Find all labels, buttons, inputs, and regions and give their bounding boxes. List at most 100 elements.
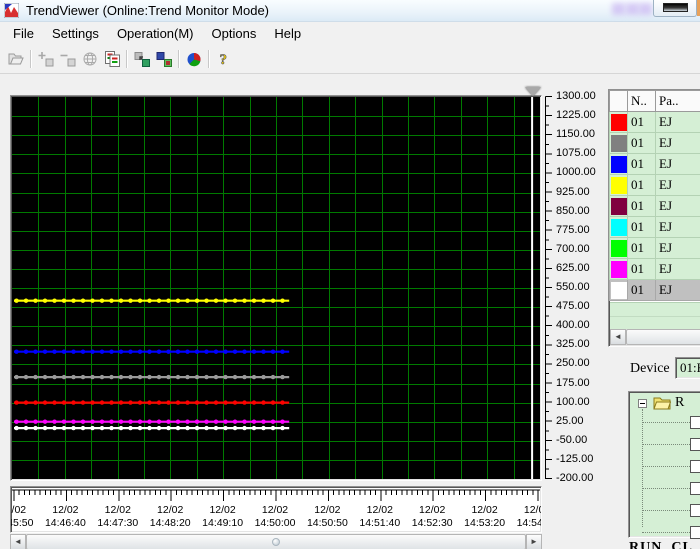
pie-chart-button[interactable] — [183, 49, 205, 70]
table-row[interactable]: 01 EJ — [609, 237, 700, 259]
menu-item-help[interactable]: Help — [265, 22, 310, 45]
trendviewer-window: TrendViewer (Online:Trend Monitor Mode) … — [0, 0, 700, 549]
y-axis-label: 175.00 — [556, 376, 590, 389]
y-axis-label: 1075.00 — [556, 147, 596, 160]
param-number-cell: 01 — [627, 195, 656, 217]
param-color-swatch — [611, 239, 627, 257]
x-axis-label: 12/02 14:49:10 — [195, 504, 251, 530]
tree-checkbox[interactable] — [690, 482, 700, 495]
x-axis-date: 12/02 — [314, 504, 341, 516]
trend-plot[interactable] — [12, 97, 540, 479]
x-axis-date: 12/02 — [104, 504, 131, 516]
param-number-cell: 01 — [627, 111, 656, 133]
table-row[interactable]: 01 EJ — [609, 258, 700, 280]
table-row[interactable]: 01 EJ — [609, 279, 700, 301]
remove-trend-button — [57, 49, 79, 70]
param-color-cell — [609, 153, 628, 175]
table-h-scrollbar[interactable]: ◄ — [610, 329, 700, 345]
param-name-cell: EJ — [655, 111, 700, 133]
trend-chart-panel — [10, 95, 542, 481]
y-axis-label: 550.00 — [556, 281, 590, 293]
tree-checkbox[interactable] — [690, 416, 700, 429]
tree-checkbox[interactable] — [690, 504, 700, 517]
help-button[interactable]: ? — [213, 49, 235, 70]
param-number-cell: 01 — [627, 258, 656, 280]
param-number-cell: 01 — [627, 279, 656, 301]
time-scrollbar[interactable]: ◄ ► — [10, 534, 542, 549]
time-cursor-handle[interactable] — [525, 87, 541, 96]
x-axis-label: 12/02 14:52:30 — [404, 504, 460, 530]
data-download-button[interactable] — [153, 49, 175, 70]
scrollbar-grip-icon — [272, 538, 280, 546]
time-axis-panel: 12/0214:45:5012/0214:46:4012/0214:47:301… — [10, 486, 542, 533]
table-header-cell: N.. — [627, 90, 656, 112]
table-scrollbar-thumb[interactable] — [626, 329, 700, 345]
table-row[interactable]: 01 EJ — [609, 174, 700, 196]
scroll-left-arrow-icon[interactable]: ◄ — [610, 329, 626, 345]
toolbar-separator — [178, 50, 180, 68]
param-color-cell — [609, 111, 628, 133]
param-number-cell: 01 — [627, 153, 656, 175]
scroll-right-arrow-icon[interactable]: ► — [526, 534, 542, 549]
x-axis-time: 14:47:30 — [97, 517, 139, 529]
x-axis-time: 14:49:10 — [202, 517, 244, 529]
status-partial-text: RUN CL — [629, 540, 693, 549]
param-number-cell: 01 — [627, 237, 656, 259]
tree-checkbox[interactable] — [690, 460, 700, 473]
y-axis-label: 1150.00 — [556, 128, 595, 141]
param-name-cell: EJ — [655, 132, 700, 154]
x-axis-date: 12/02 — [471, 504, 498, 516]
x-axis-label: 12/02 14:50:50 — [299, 504, 355, 530]
menu-item-file[interactable]: File — [4, 22, 43, 45]
y-axis-label: 1225.00 — [556, 109, 596, 122]
table-row[interactable]: 01 EJ — [609, 132, 700, 154]
y-axis-ticks — [545, 96, 552, 479]
x-axis-date: 12/02 — [419, 504, 446, 516]
y-axis-label: 25.00 — [556, 414, 584, 427]
table-empty-rows — [610, 302, 700, 330]
table-row[interactable]: 01 EJ — [609, 216, 700, 238]
tree-checkbox[interactable] — [690, 526, 700, 539]
param-number-cell: 01 — [627, 216, 656, 238]
maximize-button[interactable] — [653, 0, 697, 17]
scroll-left-arrow-icon[interactable]: ◄ — [10, 534, 26, 549]
param-color-swatch — [611, 176, 627, 194]
copy-settings-button[interactable] — [101, 49, 123, 70]
menu-item-operation-m[interactable]: Operation(M) — [108, 22, 203, 45]
param-color-cell — [609, 258, 628, 280]
pie-chart-icon — [186, 51, 202, 67]
param-name-cell: EJ — [655, 216, 700, 238]
param-color-swatch — [611, 260, 627, 278]
y-axis-label: -125.00 — [556, 452, 594, 465]
open-file-icon — [8, 51, 24, 67]
data-upload-button[interactable] — [131, 49, 153, 70]
y-axis-label: 100.00 — [556, 395, 590, 408]
globe-button — [79, 49, 101, 70]
title-bar: TrendViewer (Online:Trend Monitor Mode) — [0, 0, 700, 22]
menu-item-options[interactable]: Options — [203, 22, 266, 45]
app-icon — [3, 2, 20, 19]
toolbar-separator — [208, 50, 210, 68]
table-row[interactable]: 01 EJ — [609, 153, 700, 175]
collapse-icon[interactable] — [638, 399, 647, 408]
y-axis-label: 325.00 — [556, 338, 590, 351]
open-file-button — [5, 49, 27, 70]
table-row[interactable]: 01 EJ — [609, 195, 700, 217]
x-axis-time: 14:46:40 — [44, 517, 86, 529]
tree-root-label: R — [675, 395, 685, 410]
device-combobox[interactable]: 01:E — [675, 357, 700, 379]
x-axis-time: 14:50:00 — [254, 517, 296, 529]
tree-checkbox[interactable] — [690, 438, 700, 451]
table-header-row: N.. Pa.. — [609, 90, 700, 112]
tree-branch-line — [642, 422, 690, 423]
param-color-cell — [609, 237, 628, 259]
param-color-swatch — [611, 218, 627, 236]
table-header-cell — [609, 90, 628, 112]
param-color-swatch — [611, 197, 627, 215]
time-scrollbar-thumb[interactable] — [26, 534, 526, 549]
menu-item-settings[interactable]: Settings — [43, 22, 108, 45]
x-axis-date: 12/02 — [11, 504, 27, 516]
add-trend-button — [35, 49, 57, 70]
x-axis-label: 12/0214:45:50 — [11, 504, 41, 530]
table-row[interactable]: 01 EJ — [609, 111, 700, 133]
